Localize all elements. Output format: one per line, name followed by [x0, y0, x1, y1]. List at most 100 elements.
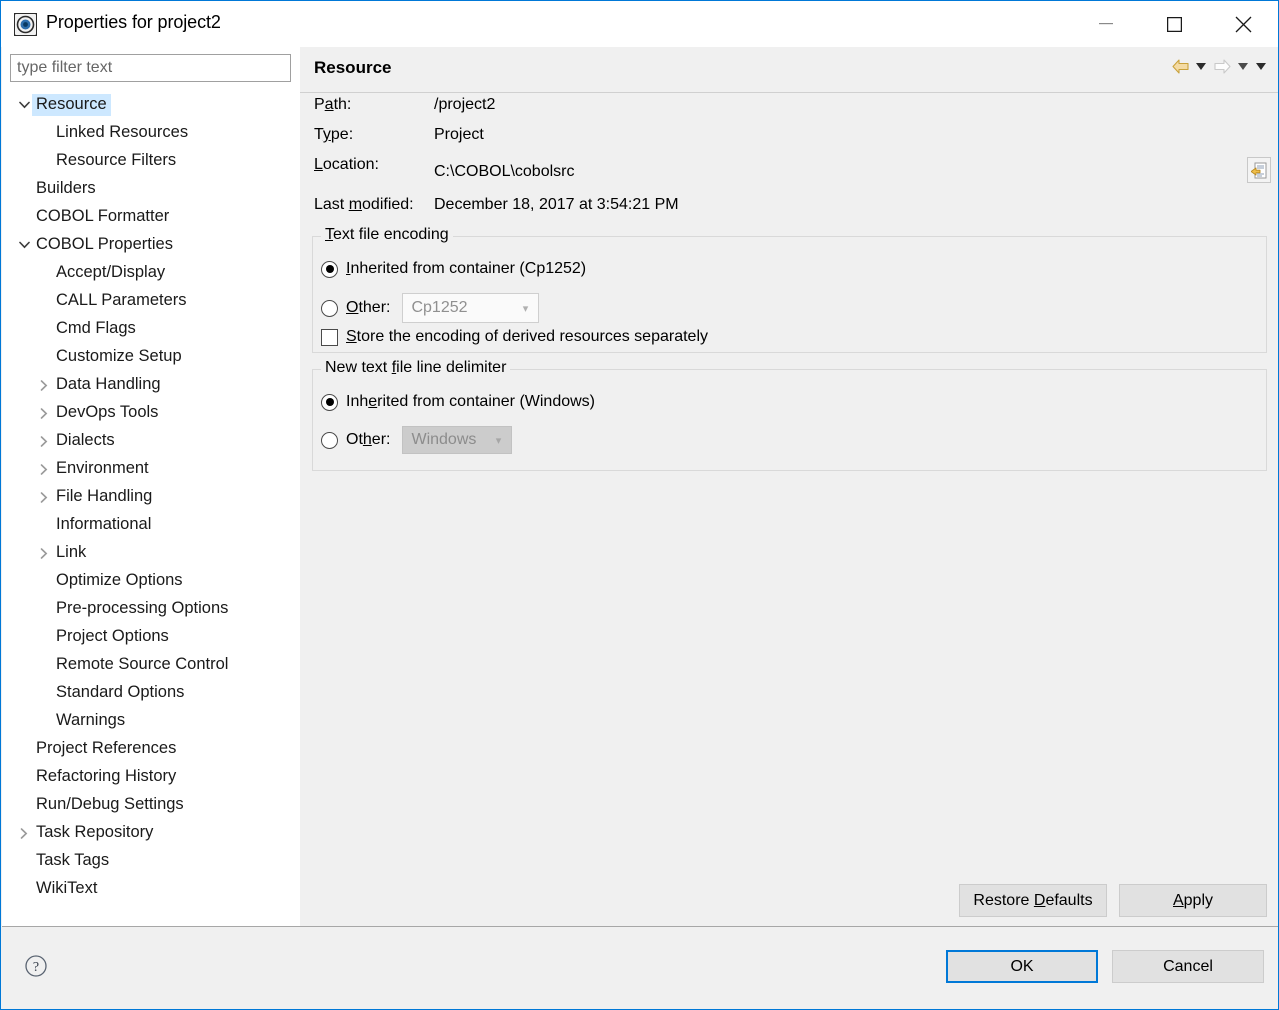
store-encoding-checkbox-row[interactable]: Store the encoding of derived resources … [321, 328, 708, 346]
svg-text:?: ? [33, 960, 39, 975]
tree-item-label: Informational [52, 514, 155, 536]
field-row-type: Type: Project [300, 123, 1279, 153]
tree-item-project-references[interactable]: Project References [2, 735, 300, 763]
encoding-inherited-radio-row[interactable]: Inherited from container (Cp1252) [321, 260, 586, 278]
view-menu-chevron-down-icon[interactable] [1253, 55, 1269, 77]
tree-item-linked-resources[interactable]: Linked Resources [2, 119, 300, 147]
back-arrow-icon[interactable] [1169, 55, 1191, 77]
maximize-button[interactable] [1140, 1, 1209, 47]
tree-item-cmd-flags[interactable]: Cmd Flags [2, 315, 300, 343]
chevron-right-icon[interactable] [36, 433, 52, 449]
text-file-encoding-title: Text file encoding [321, 226, 453, 244]
back-history-chevron-down-icon[interactable] [1193, 55, 1209, 77]
delimiter-inherited-radio-row[interactable]: Inherited from container (Windows) [321, 393, 595, 411]
tree-item-run-debug-settings[interactable]: Run/Debug Settings [2, 791, 300, 819]
resource-info-fields: Path: /project2 Type: Project Location: … [300, 93, 1279, 223]
tree-item-label: Project Options [52, 626, 173, 648]
tree-item-environment[interactable]: Environment [2, 455, 300, 483]
store-encoding-checkbox[interactable] [321, 329, 338, 346]
tree-item-project-options[interactable]: Project Options [2, 623, 300, 651]
page-content: Resource [300, 47, 1279, 927]
chevron-right-icon[interactable] [16, 825, 32, 841]
tree-item-dialects[interactable]: Dialects [2, 427, 300, 455]
chevron-down-icon: ▾ [485, 434, 511, 447]
filter-input[interactable] [10, 54, 291, 82]
window-title: Properties for project2 [46, 12, 221, 33]
tree-item-label: Refactoring History [32, 766, 180, 788]
location-value: C:\COBOL\cobolsrc [434, 163, 574, 181]
dialog-footer: ? OK Cancel [2, 926, 1278, 1008]
type-label: Type: [314, 126, 353, 144]
tree-item-cobol-formatter[interactable]: COBOL Formatter [2, 203, 300, 231]
forward-arrow-icon [1211, 55, 1233, 77]
encoding-inherited-radio[interactable] [321, 261, 338, 278]
path-label: Path: [314, 96, 351, 114]
chevron-right-icon[interactable] [36, 461, 52, 477]
tree-item-label: Task Repository [32, 822, 157, 844]
tree-item-wikitext[interactable]: WikiText [2, 875, 300, 903]
show-in-system-explorer-button[interactable] [1247, 157, 1271, 183]
tree-item-link[interactable]: Link [2, 539, 300, 567]
apply-button[interactable]: Apply [1119, 884, 1267, 917]
tree-item-task-tags[interactable]: Task Tags [2, 847, 300, 875]
tree-item-builders[interactable]: Builders [2, 175, 300, 203]
tree-item-devops-tools[interactable]: DevOps Tools [2, 399, 300, 427]
delimiter-combo-value: Windows [403, 431, 485, 449]
field-row-location: Location: C:\COBOL\cobolsrc [300, 153, 1279, 183]
tree-item-label: Accept/Display [52, 262, 169, 284]
chevron-right-icon[interactable] [36, 545, 52, 561]
tree-item-label: Cmd Flags [52, 318, 140, 340]
tree-item-call-parameters[interactable]: CALL Parameters [2, 287, 300, 315]
page-nav-toolbar [1169, 55, 1269, 77]
ok-button[interactable]: OK [946, 950, 1098, 983]
chevron-down-icon[interactable] [16, 237, 32, 253]
encoding-combo[interactable]: Cp1252 ▾ [402, 293, 539, 323]
encoding-other-radio-row[interactable]: Other: Cp1252 ▾ [321, 293, 539, 323]
settings-tree[interactable]: ResourceLinked Resources Resource Filters… [2, 91, 300, 903]
settings-tree-panel: ResourceLinked Resources Resource Filters… [2, 47, 300, 927]
tree-item-refactoring-history[interactable]: Refactoring History [2, 763, 300, 791]
field-row-path: Path: /project2 [300, 93, 1279, 123]
tree-item-label: COBOL Formatter [32, 206, 173, 228]
tree-item-data-handling[interactable]: Data Handling [2, 371, 300, 399]
close-button[interactable] [1209, 1, 1278, 47]
delimiter-other-radio-row[interactable]: Other: Windows ▾ [321, 426, 512, 454]
tree-item-label: Optimize Options [52, 570, 187, 592]
tree-item-cobol-properties[interactable]: COBOL Properties [2, 231, 300, 259]
tree-item-accept-display[interactable]: Accept/Display [2, 259, 300, 287]
chevron-down-icon: ▾ [512, 302, 538, 315]
chevron-down-icon[interactable] [16, 97, 32, 113]
minimize-button[interactable] [1071, 1, 1140, 47]
chevron-right-icon[interactable] [36, 377, 52, 393]
tree-item-pre-processing-options[interactable]: Pre-processing Options [2, 595, 300, 623]
encoding-other-radio[interactable] [321, 300, 338, 317]
tree-item-informational[interactable]: Informational [2, 511, 300, 539]
tree-item-remote-source-control[interactable]: Remote Source Control [2, 651, 300, 679]
tree-item-file-handling[interactable]: File Handling [2, 483, 300, 511]
restore-defaults-button[interactable]: Restore Defaults [959, 884, 1107, 917]
chevron-right-icon[interactable] [36, 405, 52, 421]
tree-item-label: File Handling [52, 486, 156, 508]
tree-item-task-repository[interactable]: Task Repository [2, 819, 300, 847]
tree-item-warnings[interactable]: Warnings [2, 707, 300, 735]
tree-item-label: Dialects [52, 430, 119, 452]
tree-item-label: Run/Debug Settings [32, 794, 188, 816]
tree-item-customize-setup[interactable]: Customize Setup [2, 343, 300, 371]
tree-item-label: Resource Filters [52, 150, 180, 172]
tree-item-standard-options[interactable]: Standard Options [2, 679, 300, 707]
delimiter-inherited-radio[interactable] [321, 394, 338, 411]
tree-item-label: COBOL Properties [32, 234, 177, 256]
tree-item-resource[interactable]: Resource [2, 91, 300, 119]
delimiter-other-radio[interactable] [321, 432, 338, 449]
cancel-button[interactable]: Cancel [1112, 950, 1264, 983]
help-icon[interactable]: ? [24, 954, 48, 978]
forward-history-chevron-down-icon[interactable] [1235, 55, 1251, 77]
tree-item-resource-filters[interactable]: Resource Filters [2, 147, 300, 175]
tree-item-label: WikiText [32, 878, 101, 900]
tree-item-optimize-options[interactable]: Optimize Options [2, 567, 300, 595]
tree-item-label: Builders [32, 178, 100, 200]
tree-item-label: Warnings [52, 710, 129, 732]
tree-item-label: CALL Parameters [52, 290, 191, 312]
chevron-right-icon[interactable] [36, 489, 52, 505]
path-value: /project2 [434, 96, 495, 114]
